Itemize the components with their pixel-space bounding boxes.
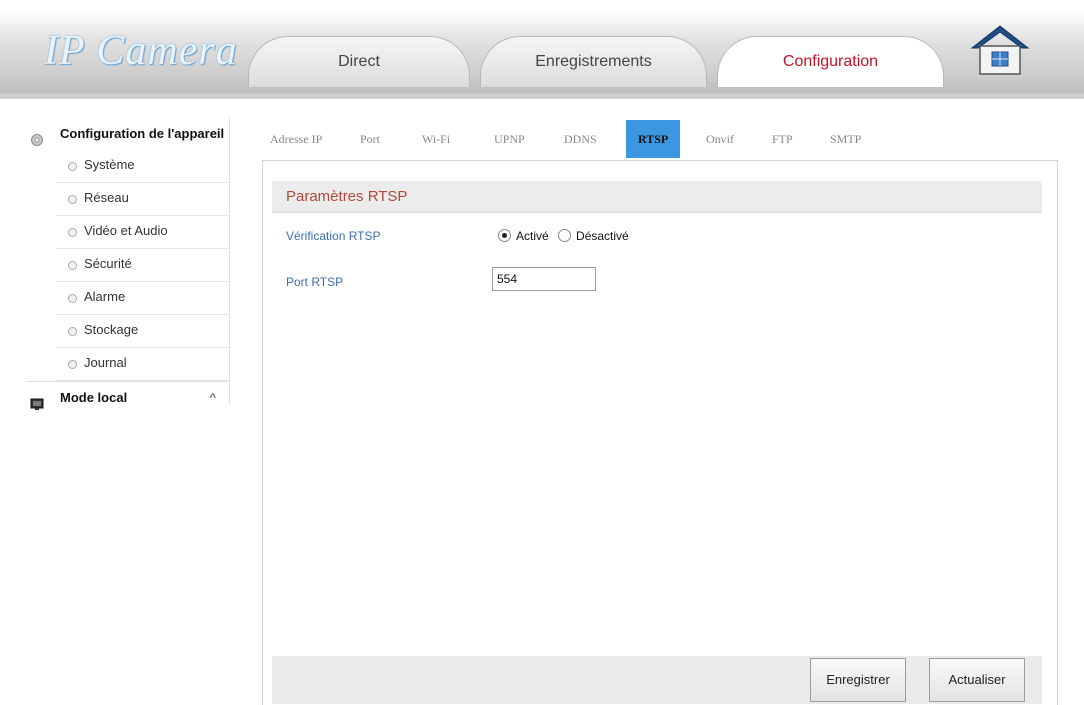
gear-icon bbox=[30, 127, 44, 146]
rtsp-verification-label: Vérification RTSP bbox=[286, 229, 381, 243]
rtsp-verification-radio-group: Activé Désactivé bbox=[498, 229, 635, 243]
sidebar-item-video-audio[interactable]: Vidéo et Audio bbox=[56, 216, 230, 249]
subtab-port[interactable]: Port bbox=[360, 120, 380, 158]
sidebar-item-journal[interactable]: Journal bbox=[56, 348, 230, 381]
sidebar-item-label: Stockage bbox=[84, 322, 139, 337]
rtsp-port-label: Port RTSP bbox=[286, 275, 344, 289]
bullet-icon bbox=[68, 327, 77, 336]
subtab-smtp[interactable]: SMTP bbox=[830, 120, 861, 158]
radio-active[interactable] bbox=[498, 229, 511, 242]
radio-inactive-label: Désactivé bbox=[576, 229, 629, 243]
subtab-wifi[interactable]: Wi-Fi bbox=[422, 120, 450, 158]
bullet-icon bbox=[68, 360, 77, 369]
sidebar-divider bbox=[229, 118, 230, 404]
header-divider bbox=[0, 96, 1084, 99]
content-panel bbox=[262, 160, 1058, 705]
sidebar-item-label: Sécurité bbox=[84, 256, 132, 271]
sidebar-group-device-config[interactable]: Configuration de l'appareil bbox=[26, 118, 230, 150]
section-title: Paramètres RTSP bbox=[272, 181, 1042, 213]
bullet-icon bbox=[68, 261, 77, 270]
sidebar-item-label: Système bbox=[84, 157, 135, 172]
sidebar-group-label: Mode local bbox=[60, 390, 128, 405]
tab-direct[interactable]: Direct bbox=[248, 36, 470, 87]
bullet-icon bbox=[68, 195, 77, 204]
subtab-adresse-ip[interactable]: Adresse IP bbox=[270, 120, 322, 158]
logo: IP Camera bbox=[44, 28, 238, 74]
refresh-button[interactable]: Actualiser bbox=[929, 658, 1025, 702]
radio-inactive[interactable] bbox=[558, 229, 572, 242]
monitor-icon bbox=[30, 391, 44, 410]
sidebar-item-label: Vidéo et Audio bbox=[84, 223, 168, 238]
sidebar: Configuration de l'appareil Système Rése… bbox=[26, 118, 230, 414]
tab-configuration[interactable]: Configuration bbox=[717, 36, 944, 87]
sidebar-item-alarme[interactable]: Alarme bbox=[56, 282, 230, 315]
header-bar: IP Camera Direct Enregistrements Configu… bbox=[0, 0, 1084, 96]
chevron-up-icon[interactable]: ^ bbox=[210, 382, 216, 414]
sidebar-group-mode-local[interactable]: Mode local ^ bbox=[26, 381, 230, 414]
rtsp-port-input[interactable] bbox=[492, 267, 596, 291]
bullet-icon bbox=[68, 294, 77, 303]
subtab-ddns[interactable]: DDNS bbox=[564, 120, 597, 158]
sidebar-item-stockage[interactable]: Stockage bbox=[56, 315, 230, 348]
bullet-icon bbox=[68, 162, 77, 171]
subtab-ftp[interactable]: FTP bbox=[772, 120, 793, 158]
subtab-onvif[interactable]: Onvif bbox=[706, 120, 734, 158]
home-icon[interactable] bbox=[968, 22, 1032, 78]
sidebar-item-label: Réseau bbox=[84, 190, 129, 205]
bullet-icon bbox=[68, 228, 77, 237]
sidebar-item-securite[interactable]: Sécurité bbox=[56, 249, 230, 282]
sidebar-item-systeme[interactable]: Système bbox=[56, 150, 230, 183]
radio-active-label: Activé bbox=[516, 229, 549, 243]
subtab-upnp[interactable]: UPNP bbox=[494, 120, 525, 158]
subtab-rtsp[interactable]: RTSP bbox=[626, 120, 681, 158]
action-bar bbox=[272, 656, 1042, 704]
sidebar-item-reseau[interactable]: Réseau bbox=[56, 183, 230, 216]
tab-enregistrements[interactable]: Enregistrements bbox=[480, 36, 707, 87]
sidebar-item-label: Journal bbox=[84, 355, 127, 370]
sidebar-item-label: Alarme bbox=[84, 289, 126, 304]
sidebar-group-label: Configuration de l'appareil bbox=[60, 126, 225, 141]
save-button[interactable]: Enregistrer bbox=[810, 658, 906, 702]
